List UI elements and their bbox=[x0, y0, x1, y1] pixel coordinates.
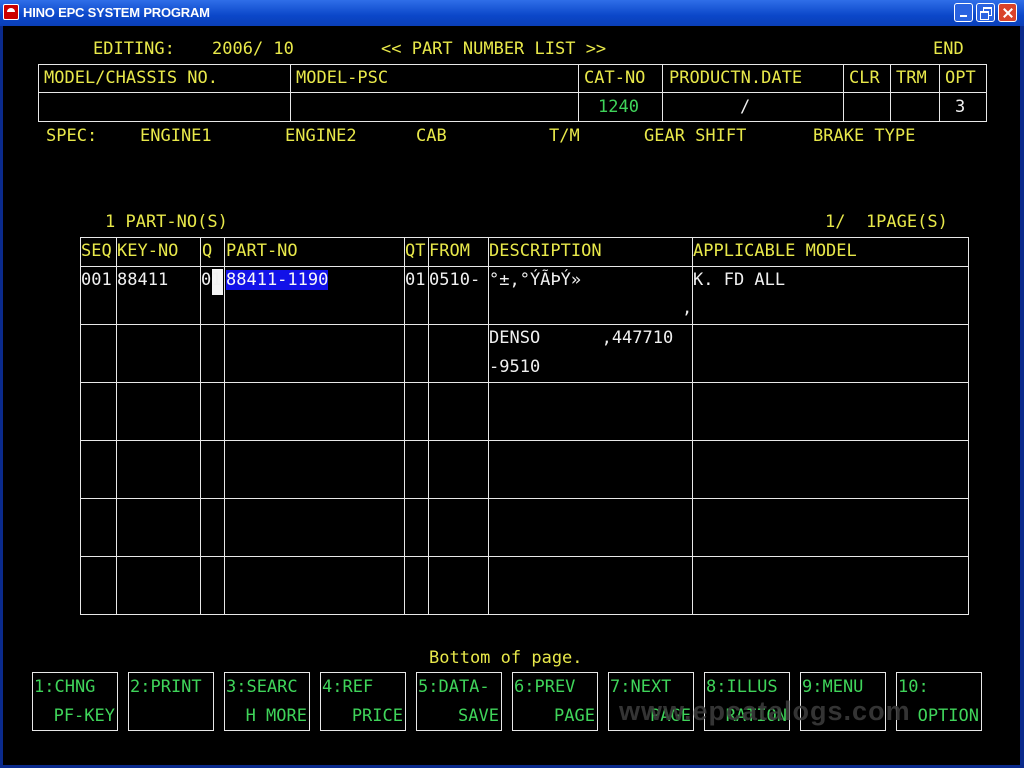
restore-button[interactable] bbox=[976, 3, 995, 22]
fkey-search-more[interactable]: 3:SEARC H MORE bbox=[224, 672, 310, 731]
status-message: Bottom of page. bbox=[429, 648, 583, 668]
row1-from: 0510- bbox=[429, 270, 481, 290]
row1-seq: 001 bbox=[81, 270, 112, 290]
window-title: HINO EPC SYSTEM PROGRAM bbox=[23, 5, 210, 20]
fkey-data-save[interactable]: 5:DATA- SAVE bbox=[416, 672, 502, 731]
fkey-label: 5:DATA- bbox=[418, 677, 490, 697]
terminal-screen: EDITING: 2006/ 10 << PART NUMBER LIST >>… bbox=[3, 26, 1020, 765]
fkey-chng-pf-key[interactable]: 1:CHNG PF-KEY bbox=[32, 672, 118, 731]
editing-label: EDITING: bbox=[93, 39, 175, 59]
part-count: 1 PART-NO(S) bbox=[105, 212, 228, 232]
col-key-no: KEY-NO bbox=[117, 241, 179, 261]
fkey-label: OPTION bbox=[917, 706, 979, 726]
screen-title: << PART NUMBER LIST >> bbox=[381, 39, 607, 59]
col-seq: SEQ bbox=[81, 241, 112, 261]
spec-engine1: ENGINE1 bbox=[140, 126, 212, 146]
header-model-psc: MODEL-PSC bbox=[296, 68, 389, 88]
row1-description: °±,°ÝÃÞÝ» bbox=[489, 270, 582, 290]
minimize-button[interactable] bbox=[954, 3, 973, 22]
end-label: END bbox=[933, 39, 964, 59]
row2-description-line2: -9510 bbox=[489, 357, 541, 377]
fkey-label: 3:SEARC bbox=[226, 677, 298, 697]
row1-description-line2: , bbox=[682, 298, 693, 318]
cat-no-value[interactable]: 1240 bbox=[598, 97, 639, 117]
fkey-label: 8:ILLUS bbox=[706, 677, 778, 697]
row1-q[interactable]: 01 bbox=[201, 270, 221, 290]
watermark: www.epcatalogs.com bbox=[619, 696, 911, 726]
row1-qt: 01 bbox=[405, 270, 426, 290]
page-indicator: 1/ 1PAGE(S) bbox=[825, 212, 948, 232]
col-applicable-model: APPLICABLE MODEL bbox=[693, 241, 857, 261]
col-description: DESCRIPTION bbox=[489, 241, 602, 261]
header-trm: TRM bbox=[896, 68, 927, 88]
fkey-label: 4:REF bbox=[322, 677, 374, 697]
spec-brake-type: BRAKE TYPE bbox=[813, 126, 916, 146]
row1-key-no: 88411 bbox=[117, 270, 169, 290]
editing-date: 2006/ 10 bbox=[212, 39, 294, 59]
row1-part-no[interactable]: 88411-1190 bbox=[226, 270, 329, 290]
spec-gear-shift: GEAR SHIFT bbox=[644, 126, 747, 146]
fkey-print[interactable]: 2:PRINT bbox=[128, 672, 214, 731]
col-q: Q bbox=[202, 241, 213, 261]
productn-date-value[interactable]: / bbox=[740, 97, 750, 117]
spec-engine2: ENGINE2 bbox=[285, 126, 357, 146]
spec-tm: T/M bbox=[549, 126, 580, 146]
col-from: FROM bbox=[429, 241, 470, 261]
spec-label: SPEC: bbox=[46, 126, 98, 146]
header-cat-no: CAT-NO bbox=[584, 68, 646, 88]
fkey-label: SAVE bbox=[458, 706, 499, 726]
spec-cab: CAB bbox=[416, 126, 447, 146]
fkey-label: PAGE bbox=[554, 706, 595, 726]
header-opt: OPT bbox=[945, 68, 976, 88]
fkey-label: 1:CHNG bbox=[34, 677, 96, 697]
header-clr: CLR bbox=[849, 68, 880, 88]
fkey-ref-price[interactable]: 4:REF PRICE bbox=[320, 672, 406, 731]
fkey-label: 10: bbox=[898, 677, 929, 697]
fkey-label: 7:NEXT bbox=[610, 677, 672, 697]
col-part-no: PART-NO bbox=[226, 241, 298, 261]
row2-description: DENSO ,447710 bbox=[489, 328, 674, 348]
row1-applicable-model: K. FD ALL bbox=[693, 270, 786, 290]
fkey-label: H MORE bbox=[245, 706, 307, 726]
fkey-prev-page[interactable]: 6:PREV PAGE bbox=[512, 672, 598, 731]
fkey-label: PF-KEY bbox=[53, 706, 115, 726]
opt-value[interactable]: 3 bbox=[955, 97, 965, 117]
fkey-label: 9:MENU bbox=[802, 677, 864, 697]
fkey-label: 2:PRINT bbox=[130, 677, 202, 697]
header-productn-date: PRODUCTN.DATE bbox=[669, 68, 803, 88]
fkey-label: PRICE bbox=[351, 706, 403, 726]
col-qt: QT bbox=[405, 241, 426, 261]
close-button[interactable] bbox=[998, 3, 1017, 22]
window-titlebar: HINO EPC SYSTEM PROGRAM bbox=[0, 0, 1024, 26]
fkey-label: 6:PREV bbox=[514, 677, 576, 697]
hino-logo-icon bbox=[3, 4, 19, 20]
header-model-chassis: MODEL/CHASSIS NO. bbox=[44, 68, 218, 88]
